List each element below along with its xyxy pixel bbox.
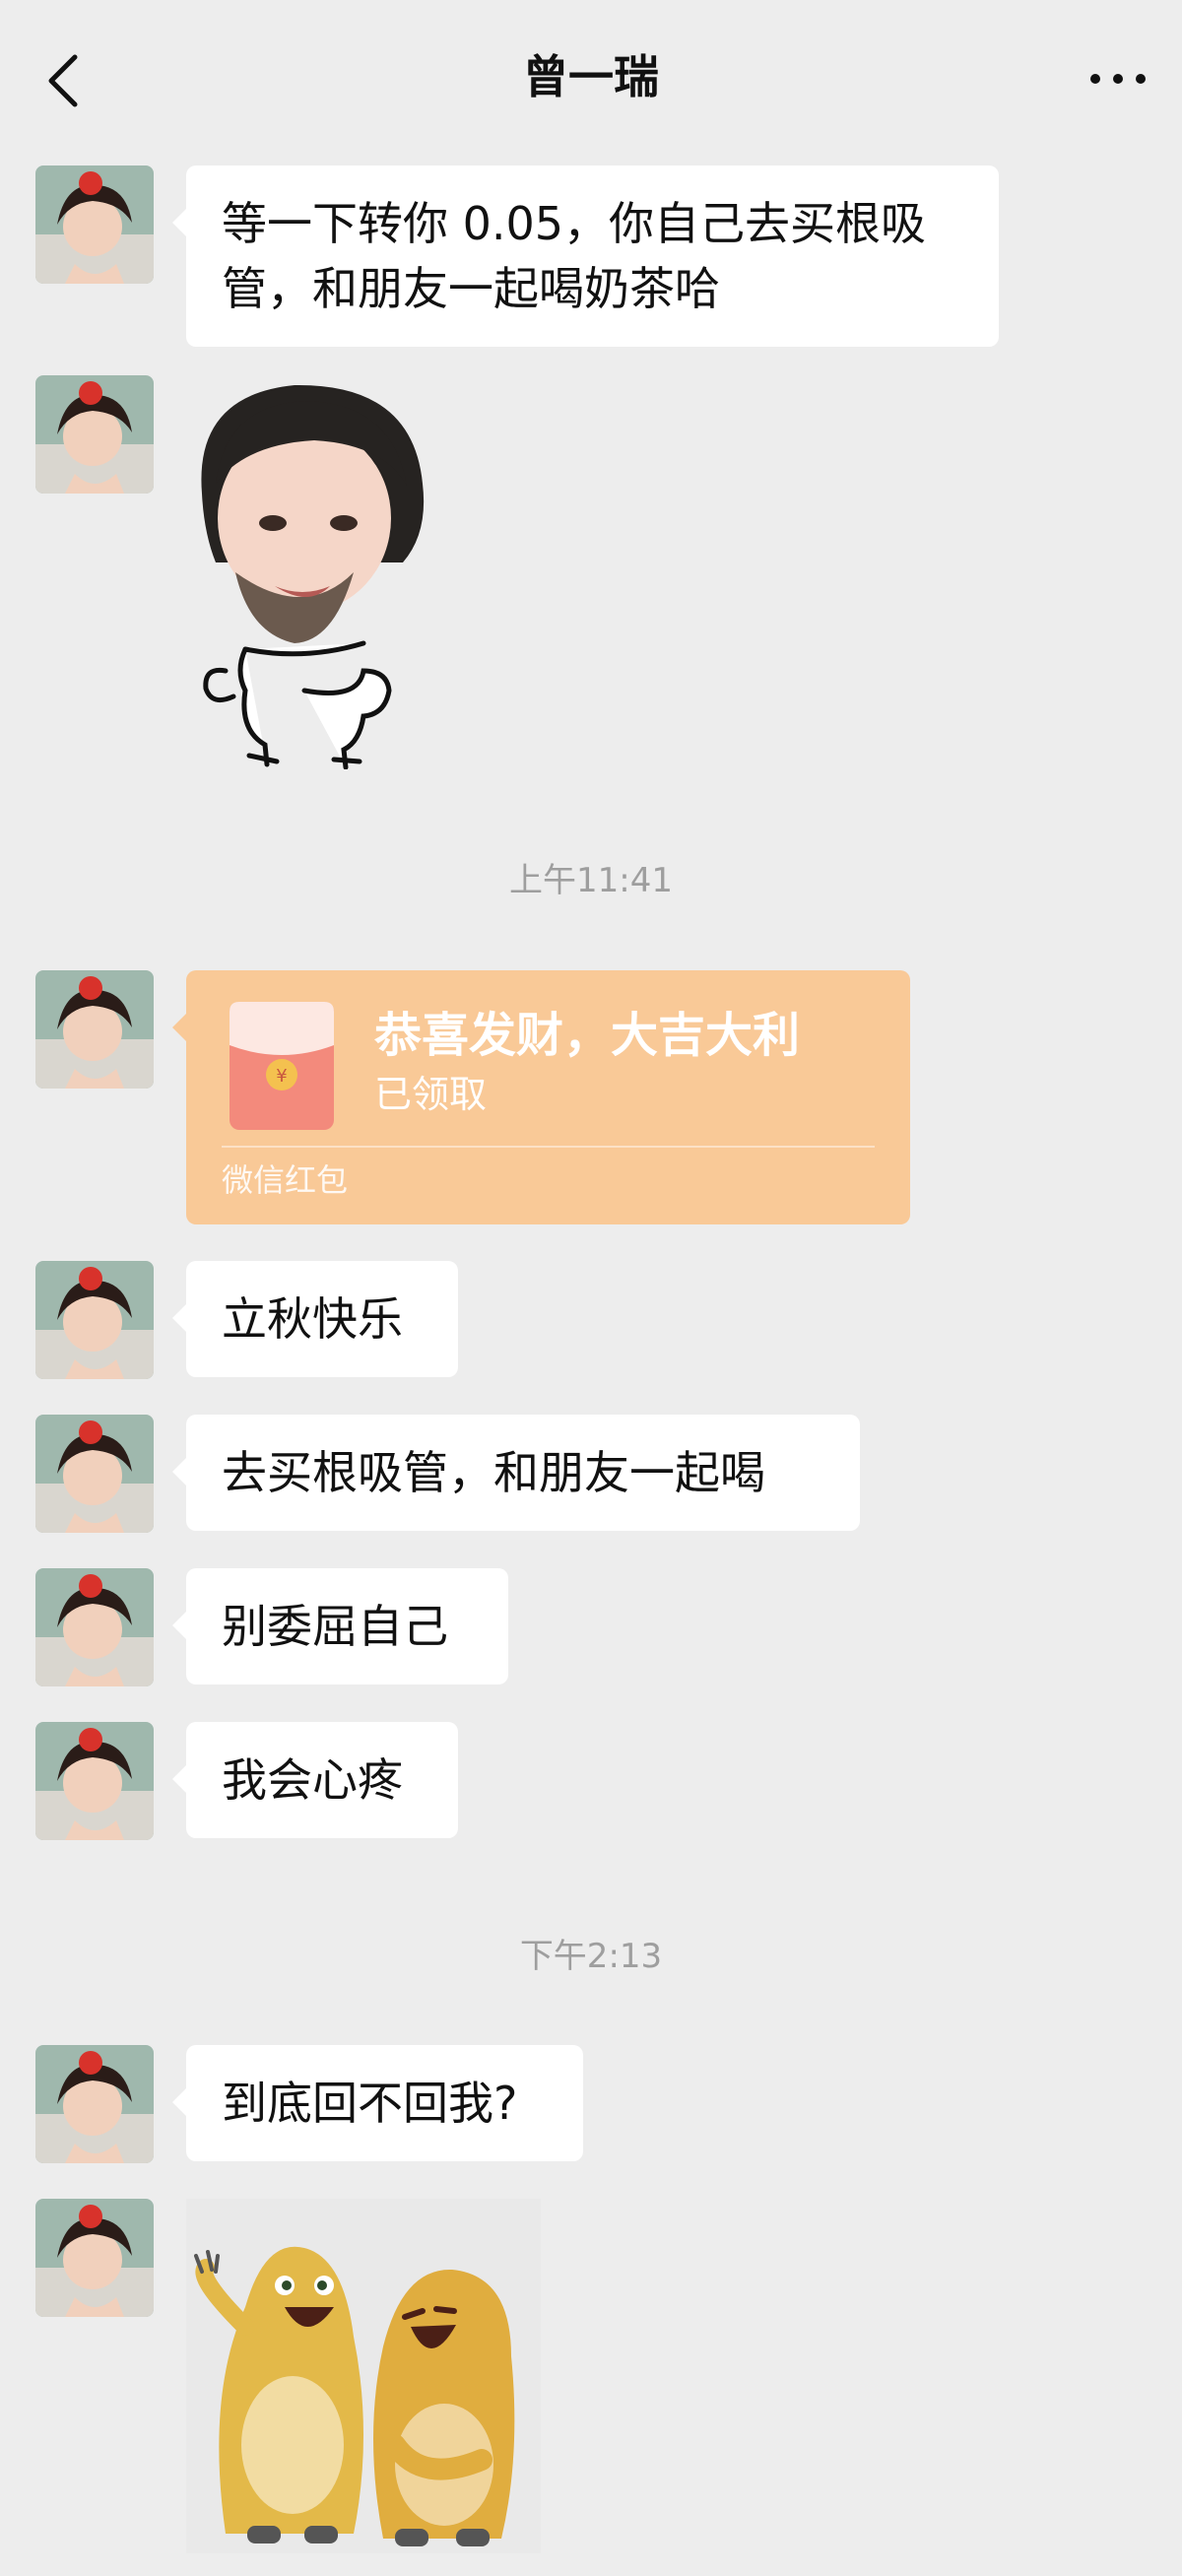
contact-avatar[interactable] <box>35 1568 154 1686</box>
avatar-photo-icon <box>35 2045 154 2163</box>
contact-avatar[interactable] <box>35 1415 154 1533</box>
timestamp: 上午11:41 <box>509 861 673 900</box>
contact-avatar[interactable] <box>35 2199 154 2317</box>
contact-avatar[interactable] <box>35 1261 154 1379</box>
contact-avatar[interactable] <box>35 1722 154 1840</box>
sticker-message[interactable] <box>186 2199 541 2553</box>
laughing-creatures-sticker-icon <box>186 2199 541 2553</box>
man-face-sticker-icon <box>201 384 425 770</box>
message-bubble[interactable]: 我会心疼 <box>172 1722 458 1838</box>
svg-text:¥: ¥ <box>276 1066 287 1087</box>
avatar-photo-icon <box>35 970 154 1089</box>
message-bubble[interactable]: 等一下转你 0.05，你自己去买根吸 管，和朋友一起喝奶茶哈 <box>172 165 999 347</box>
red-packet-status: 已领取 <box>374 1073 488 1116</box>
sticker-message[interactable] <box>186 375 432 770</box>
avatar-photo-icon <box>35 375 154 494</box>
avatar-photo-icon <box>35 1568 154 1686</box>
message-bubble[interactable]: 到底回不回我? <box>172 2045 583 2161</box>
red-envelope-icon: ¥ <box>230 1002 334 1130</box>
contact-avatar[interactable] <box>35 970 154 1089</box>
contact-avatar[interactable] <box>35 165 154 284</box>
avatar-photo-icon <box>35 1261 154 1379</box>
more-horizontal-icon <box>1090 74 1146 84</box>
red-packet-message[interactable]: ¥ 恭喜发财，大吉大利 已领取 微信红包 <box>172 970 910 1224</box>
avatar-photo-icon <box>35 165 154 284</box>
avatar-photo-icon <box>35 2199 154 2317</box>
red-packet-label: 微信红包 <box>222 1161 349 1199</box>
timestamp: 下午2:13 <box>519 1937 663 1976</box>
chat-header: 曾一瑞 <box>0 0 1182 158</box>
more-button[interactable] <box>1084 49 1152 108</box>
contact-avatar[interactable] <box>35 2045 154 2163</box>
chat-title: 曾一瑞 <box>523 50 659 103</box>
message-bubble[interactable]: 别委屈自己 <box>172 1568 508 1684</box>
red-packet-title: 恭喜发财，大吉大利 <box>374 1008 801 1063</box>
divider <box>222 1146 875 1148</box>
message-bubble[interactable]: 立秋快乐 <box>172 1261 458 1377</box>
avatar-photo-icon <box>35 1722 154 1840</box>
avatar-photo-icon <box>35 1415 154 1533</box>
contact-avatar[interactable] <box>35 375 154 494</box>
message-bubble[interactable]: 去买根吸管，和朋友一起喝 <box>172 1415 860 1531</box>
